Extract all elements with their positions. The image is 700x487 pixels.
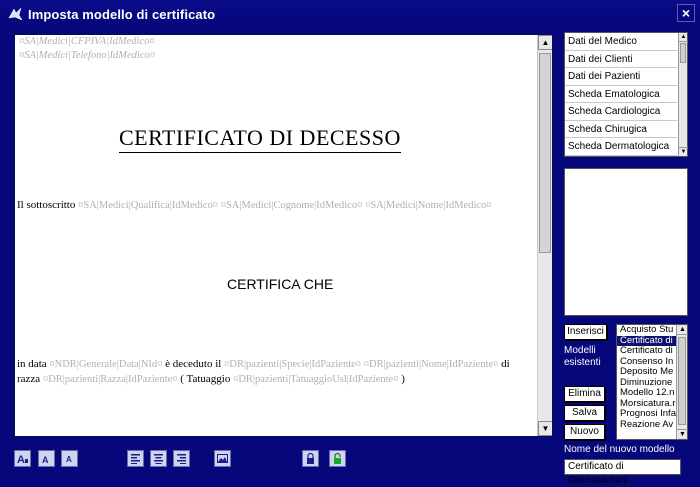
models-list[interactable]: Acquisto Stu Certificato di Certificato …	[616, 324, 688, 440]
svg-text:A: A	[42, 455, 49, 465]
align-left-icon[interactable]	[127, 450, 144, 467]
list-item[interactable]: Deposito Me	[617, 367, 677, 378]
font-medium-icon[interactable]: A	[38, 450, 55, 467]
salva-button[interactable]: Salva	[564, 405, 605, 421]
placeholder-field: ¤DR|pazienti|Specie|IdPaziente¤	[224, 359, 362, 370]
document-title: CERTIFICATO DI DECESSO	[119, 125, 401, 153]
header-field-line: ¤SA|Medici|CFPIVA|IdMedico¤	[19, 36, 155, 47]
scroll-down-icon[interactable]: ▼	[677, 429, 688, 439]
window-title: Imposta modello di certificato	[28, 6, 216, 22]
list-item[interactable]: Scheda Chirugica	[565, 121, 677, 138]
title-bar: Imposta modello di certificato ×	[0, 0, 700, 28]
sections-list[interactable]: Dati del Medico Dati dei Clienti Dati de…	[564, 32, 688, 157]
placeholder-field: ¤DR|pazienti|Razza|IdPaziente¤	[42, 374, 178, 385]
scroll-down-icon[interactable]: ▼	[679, 147, 688, 156]
app-icon	[6, 5, 24, 23]
list-item[interactable]: Reazione Av	[617, 420, 677, 431]
scroll-thumb[interactable]	[678, 337, 686, 425]
lock-icon[interactable]	[302, 450, 319, 467]
list-item[interactable]: Prognosi Infa	[617, 409, 677, 420]
paragraph-text: ( Tatuaggio	[180, 373, 231, 385]
model-name-input[interactable]: Certificato di Decesso.mcv	[564, 459, 681, 486]
font-small-icon[interactable]: A	[61, 450, 78, 467]
scroll-up-icon[interactable]: ▲	[679, 33, 688, 42]
format-toolbar: A A A	[14, 450, 554, 468]
list-item[interactable]: Modello 12.n	[617, 388, 677, 399]
inserisci-button[interactable]: Inserisci	[564, 324, 607, 340]
paragraph-data-decesso: in data ¤NDR|Generale|Data|NId¤ è decedu…	[17, 357, 535, 387]
paragraph-text: è deceduto il	[165, 358, 222, 370]
placeholder-field: ¤DR|pazienti|Nome|IdPaziente¤	[363, 359, 499, 370]
paragraph-text: )	[401, 373, 405, 385]
list-item[interactable]: Scheda Cardiologica	[565, 103, 677, 121]
nome-nuovo-modello-label: Nome del nuovo modello	[564, 444, 675, 455]
paragraph-sottoscritto: Il sottoscritto ¤SA|Medici|Qualifica|IdM…	[17, 199, 535, 212]
list-item[interactable]: Morsicatura.r	[617, 399, 677, 410]
document-editor[interactable]: ¤SA|Medici|CFPIVA|IdMedico¤ ¤SA|Medici|T…	[14, 34, 553, 437]
list-item[interactable]: Diminuzione	[617, 378, 677, 389]
list-item[interactable]: Acquisto Stu	[617, 325, 677, 336]
paragraph-text: Il sottoscritto	[17, 199, 76, 211]
nuovo-button[interactable]: Nuovo	[564, 424, 605, 440]
svg-text:A: A	[17, 454, 25, 465]
certifica-heading: CERTIFICA CHE	[227, 276, 334, 292]
header-field-line: ¤SA|Medici|Telefono|IdMedico¤	[19, 50, 155, 61]
svg-text:A: A	[66, 455, 72, 464]
modelli-esistenti-label: Modelli esistenti	[564, 345, 601, 368]
list-item-selected[interactable]: Certificato di	[617, 335, 677, 346]
list-item[interactable]: Dati dei Pazienti	[565, 68, 677, 86]
scroll-thumb[interactable]	[539, 53, 551, 253]
list-item[interactable]: Scheda Dermatologica	[565, 138, 677, 156]
models-scrollbar[interactable]: ▲ ▼	[676, 325, 688, 439]
header-fields: ¤SA|Medici|CFPIVA|IdMedico¤ ¤SA|Medici|T…	[19, 35, 155, 63]
sections-scrollbar[interactable]: ▲ ▼	[678, 33, 688, 156]
list-item[interactable]: Consenso In	[617, 357, 677, 368]
placeholder-field: ¤SA|Medici|Qualifica|IdMedico¤	[78, 200, 218, 211]
scroll-up-icon[interactable]: ▲	[538, 35, 552, 50]
scroll-up-icon[interactable]: ▲	[677, 325, 688, 335]
align-center-icon[interactable]	[150, 450, 167, 467]
fields-preview-list[interactable]	[564, 168, 688, 316]
editor-scrollbar[interactable]: ▲ ▼	[537, 35, 552, 436]
scroll-thumb[interactable]	[680, 43, 686, 63]
placeholder-field: ¤DR|pazienti|TatuaggioUsl|IdPaziente¤	[233, 374, 399, 385]
placeholder-field: ¤NDR|Generale|Data|NId¤	[49, 359, 163, 370]
list-item[interactable]: Certificato di	[617, 346, 677, 357]
editor-content[interactable]: ¤SA|Medici|CFPIVA|IdMedico¤ ¤SA|Medici|T…	[15, 35, 537, 436]
unlock-icon[interactable]	[329, 450, 346, 467]
placeholder-field: ¤SA|Medici|Nome|IdMedico¤	[365, 200, 492, 211]
close-button[interactable]: ×	[677, 4, 695, 22]
list-item[interactable]: Dati dei Clienti	[565, 51, 677, 68]
align-right-icon[interactable]	[173, 450, 190, 467]
list-item[interactable]: Scheda Ematologica	[565, 86, 677, 103]
elimina-button[interactable]: Elimina	[564, 386, 605, 402]
placeholder-field: ¤SA|Medici|Cognome|IdMedico¤	[220, 200, 363, 211]
font-large-icon[interactable]: A	[14, 450, 31, 467]
list-item[interactable]: Dati del Medico	[565, 33, 677, 51]
scroll-down-icon[interactable]: ▼	[538, 421, 552, 436]
paragraph-text: in data	[17, 358, 47, 370]
image-icon[interactable]	[214, 450, 231, 467]
